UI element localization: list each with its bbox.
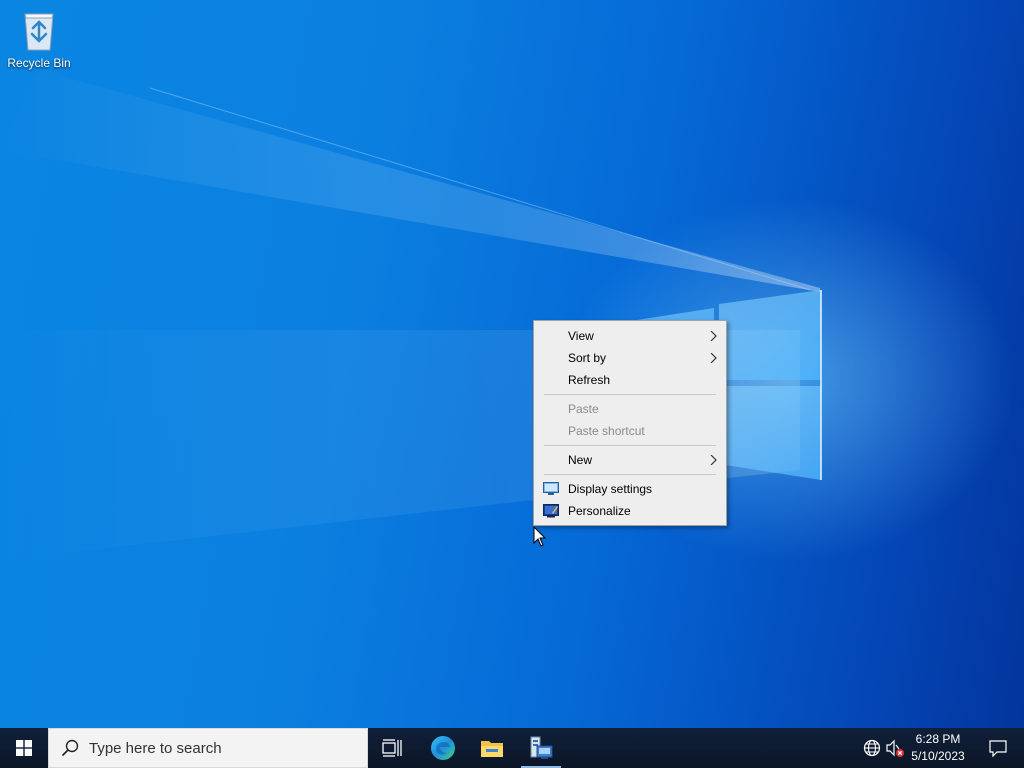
menu-item-label: Refresh <box>568 373 611 387</box>
taskbar: Type here to search 6:28 PM 5/10/2023 <box>0 728 1024 768</box>
menu-item-view[interactable]: View <box>534 325 726 347</box>
recycle-bin-icon <box>24 13 54 51</box>
network-globe-icon[interactable] <box>862 738 882 758</box>
menu-item-label: Display settings <box>568 482 653 496</box>
chevron-right-icon <box>710 331 717 341</box>
menu-item-label: New <box>568 453 593 467</box>
menu-item-sort-by[interactable]: Sort by <box>534 347 726 369</box>
edge-taskbar-button[interactable] <box>421 728 465 768</box>
clock-date: 5/10/2023 <box>911 749 965 763</box>
display-settings-icon <box>543 482 559 495</box>
menu-item-refresh[interactable]: Refresh <box>534 369 726 391</box>
search-placeholder: Type here to search <box>89 740 222 757</box>
menu-separator <box>544 394 716 395</box>
chevron-right-icon <box>710 353 717 363</box>
system-clock[interactable]: 6:28 PM 5/10/2023 <box>906 731 970 765</box>
volume-muted-icon[interactable] <box>885 738 905 758</box>
recycle-bin-desktop-icon[interactable]: Recycle Bin <box>4 8 74 76</box>
mouse-pointer-icon <box>533 526 547 547</box>
file-explorer-taskbar-button[interactable] <box>470 728 514 768</box>
menu-item-paste-shortcut[interactable]: Paste shortcut <box>534 420 726 442</box>
menu-item-display-settings[interactable]: Display settings <box>534 478 726 500</box>
menu-item-paste[interactable]: Paste <box>534 398 726 420</box>
search-icon <box>61 739 79 757</box>
menu-item-new[interactable]: New <box>534 449 726 471</box>
windows-logo-wallpaper <box>637 290 822 480</box>
desktop[interactable]: Recycle Bin View Sort by Refresh Paste P… <box>0 0 1024 728</box>
menu-item-personalize[interactable]: Personalize <box>534 500 726 522</box>
menu-separator <box>544 445 716 446</box>
menu-item-label: Paste shortcut <box>568 424 645 438</box>
clock-time: 6:28 PM <box>915 732 961 746</box>
task-view-icon <box>382 739 402 757</box>
menu-item-label: View <box>568 329 594 343</box>
chevron-right-icon <box>710 455 717 465</box>
windows-start-icon <box>16 740 32 756</box>
taskbar-search-box[interactable]: Type here to search <box>48 728 368 768</box>
menu-item-label: Personalize <box>568 504 631 518</box>
folder-icon <box>481 741 503 757</box>
menu-item-label: Paste <box>568 402 599 416</box>
server-manager-icon <box>530 736 553 759</box>
edge-icon <box>431 736 455 760</box>
task-view-button[interactable] <box>370 728 414 768</box>
action-center-button[interactable] <box>976 728 1020 768</box>
menu-item-label: Sort by <box>568 351 607 365</box>
server-manager-taskbar-button[interactable] <box>519 728 563 768</box>
personalize-icon <box>543 504 559 518</box>
menu-separator <box>544 474 716 475</box>
start-button[interactable] <box>0 728 48 768</box>
notification-icon <box>989 740 1007 757</box>
desktop-context-menu: View Sort by Refresh Paste Paste shortcu… <box>533 320 727 526</box>
recycle-bin-label: Recycle Bin <box>7 56 71 70</box>
